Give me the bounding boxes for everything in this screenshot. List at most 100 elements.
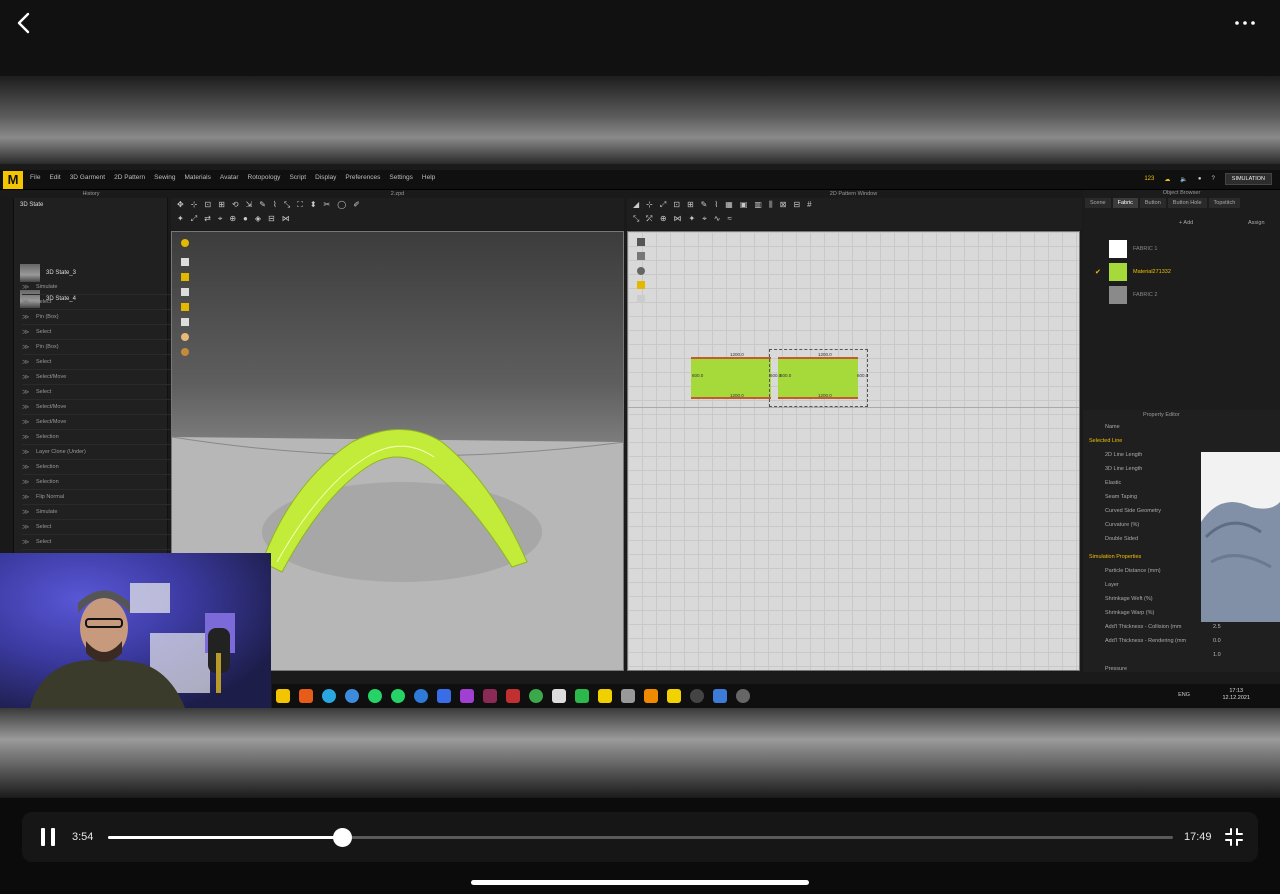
- tool-icon[interactable]: ▥: [754, 200, 762, 210]
- tool-icon[interactable]: ✦: [177, 214, 184, 224]
- app-icon[interactable]: [414, 689, 428, 703]
- side-video-thumbnail[interactable]: [1201, 452, 1280, 622]
- app-icon[interactable]: [667, 689, 681, 703]
- menu-item[interactable]: Rotopology: [248, 174, 281, 181]
- menu-item[interactable]: Display: [315, 174, 336, 181]
- menu-item[interactable]: Edit: [49, 174, 60, 181]
- home-indicator[interactable]: [471, 880, 809, 885]
- tool-icon[interactable]: ⊹: [646, 200, 653, 210]
- history-item[interactable]: ≫ Select: [22, 295, 172, 310]
- object-browser-tab[interactable]: Topstitch: [1208, 198, 1241, 208]
- tool-icon[interactable]: ⤱: [646, 214, 652, 224]
- history-item[interactable]: ≫ Layer Clone (Under): [22, 445, 172, 460]
- history-item[interactable]: ≫ Pin (Box): [22, 340, 172, 355]
- tool-icon[interactable]: #: [807, 200, 811, 210]
- tool-icon[interactable]: ⬍: [310, 200, 317, 210]
- object-browser-tab[interactable]: Button: [1139, 198, 1166, 208]
- 2d-pattern-window[interactable]: 1200.0 1200.0 1200.0 1200.0 600.0 600.0 …: [627, 231, 1080, 671]
- 3d-side-toolbar[interactable]: [178, 236, 192, 356]
- tool-icon[interactable]: ⫼: [769, 200, 773, 210]
- app-icon[interactable]: [460, 689, 474, 703]
- tool-icon[interactable]: ⟲: [232, 200, 239, 210]
- fabric-item[interactable]: FABRIC 1: [1093, 238, 1273, 260]
- history-item[interactable]: ≫ Select: [22, 355, 172, 370]
- property-row[interactable]: Add'l Thickness - Collision (mm 2.5: [1089, 620, 1275, 634]
- tool-icon[interactable]: ✥: [177, 200, 184, 210]
- back-button[interactable]: [10, 8, 38, 38]
- app-icon[interactable]: [713, 689, 727, 703]
- history-item[interactable]: ≫ Simulate: [22, 505, 172, 520]
- tool-icon[interactable]: ⊞: [218, 200, 225, 210]
- history-item[interactable]: ≫ Select: [22, 520, 172, 535]
- tool-icon[interactable]: ⤡: [284, 200, 290, 210]
- object-browser-tab[interactable]: Button Hole: [1167, 198, 1207, 208]
- tool-icon[interactable]: ⇲: [246, 200, 253, 210]
- app-icon[interactable]: [322, 689, 336, 703]
- property-row[interactable]: Pressure: [1089, 662, 1275, 676]
- menu-item[interactable]: Help: [422, 174, 435, 181]
- tool-icon[interactable]: ◢: [633, 200, 639, 210]
- tool-icon[interactable]: ✎: [259, 200, 266, 210]
- app-icon[interactable]: [483, 689, 497, 703]
- tool-icon[interactable]: ⌖: [218, 214, 223, 224]
- menu-item[interactable]: Sewing: [154, 174, 175, 181]
- tool-icon[interactable]: ⊕: [660, 214, 667, 224]
- app-icon[interactable]: [644, 689, 658, 703]
- exit-fullscreen-button[interactable]: [1224, 827, 1244, 847]
- history-item[interactable]: ≫ Selection: [22, 460, 172, 475]
- app-icon[interactable]: [299, 689, 313, 703]
- menu-item[interactable]: File: [30, 174, 40, 181]
- tool-icon[interactable]: ⌇: [714, 200, 718, 210]
- tool-icon[interactable]: ⊡: [204, 200, 211, 210]
- app-icon[interactable]: [552, 689, 566, 703]
- menu-item[interactable]: 3D Garment: [70, 174, 105, 181]
- tool-icon[interactable]: ⤡: [633, 214, 639, 224]
- menu-item[interactable]: Avatar: [220, 174, 239, 181]
- history-item[interactable]: ≫ Select: [22, 385, 172, 400]
- seek-bar[interactable]: [108, 828, 1173, 847]
- app-icon[interactable]: [391, 689, 405, 703]
- property-row[interactable]: 1.0: [1089, 648, 1275, 662]
- tool-icon[interactable]: ⊕: [229, 214, 236, 224]
- tool-icon[interactable]: ◯: [337, 200, 346, 210]
- seek-bar-handle[interactable]: [333, 828, 352, 847]
- app-icon[interactable]: [506, 689, 520, 703]
- tool-icon[interactable]: ✦: [689, 214, 696, 224]
- tool-icon[interactable]: ⤢: [660, 200, 666, 210]
- tool-icon[interactable]: ▣: [740, 200, 748, 210]
- tool-icon[interactable]: ⊡: [673, 200, 680, 210]
- object-browser-tab[interactable]: Scene: [1085, 198, 1111, 208]
- history-item[interactable]: ≫ Selection: [22, 475, 172, 490]
- tool-icon[interactable]: ⤢: [191, 214, 197, 224]
- tool-icon[interactable]: ⊟: [268, 214, 275, 224]
- tool-icon[interactable]: ▦: [725, 200, 733, 210]
- 2d-side-toolbar[interactable]: [634, 236, 648, 306]
- history-item[interactable]: ≫ Select: [22, 535, 172, 550]
- app-icon[interactable]: [736, 689, 750, 703]
- app-icon[interactable]: [621, 689, 635, 703]
- more-options-button[interactable]: [1232, 12, 1258, 34]
- tool-icon[interactable]: ◈: [255, 214, 261, 224]
- menu-item[interactable]: 2D Pattern: [114, 174, 145, 181]
- tool-icon[interactable]: ⊞: [687, 200, 694, 210]
- section-selected-line[interactable]: Selected Line: [1089, 434, 1275, 448]
- tool-icon[interactable]: ⊠: [780, 200, 787, 210]
- menu-item[interactable]: Preferences: [345, 174, 380, 181]
- tool-icon[interactable]: ⊹: [191, 200, 198, 210]
- tool-icon[interactable]: ⇄: [204, 214, 211, 224]
- tool-icon[interactable]: ✎: [701, 200, 708, 210]
- tool-icon[interactable]: ≈: [727, 214, 731, 224]
- app-icon[interactable]: [368, 689, 382, 703]
- tool-icon[interactable]: ∿: [714, 214, 721, 224]
- tool-icon[interactable]: ⋈: [674, 214, 682, 224]
- history-item[interactable]: ≫ Pin (Box): [22, 310, 172, 325]
- add-fabric-button[interactable]: + Add: [1179, 220, 1193, 226]
- app-icon[interactable]: [437, 689, 451, 703]
- tool-icon[interactable]: ⌖: [702, 214, 707, 224]
- taskbar-clock[interactable]: 17:13 12.12.2021: [1222, 688, 1250, 702]
- history-item[interactable]: ≫ Select/Move: [22, 400, 172, 415]
- history-item[interactable]: ≫ Select: [22, 325, 172, 340]
- history-item[interactable]: ≫ Simulate: [22, 280, 172, 295]
- app-icon[interactable]: [529, 689, 543, 703]
- menu-item[interactable]: Materials: [185, 174, 211, 181]
